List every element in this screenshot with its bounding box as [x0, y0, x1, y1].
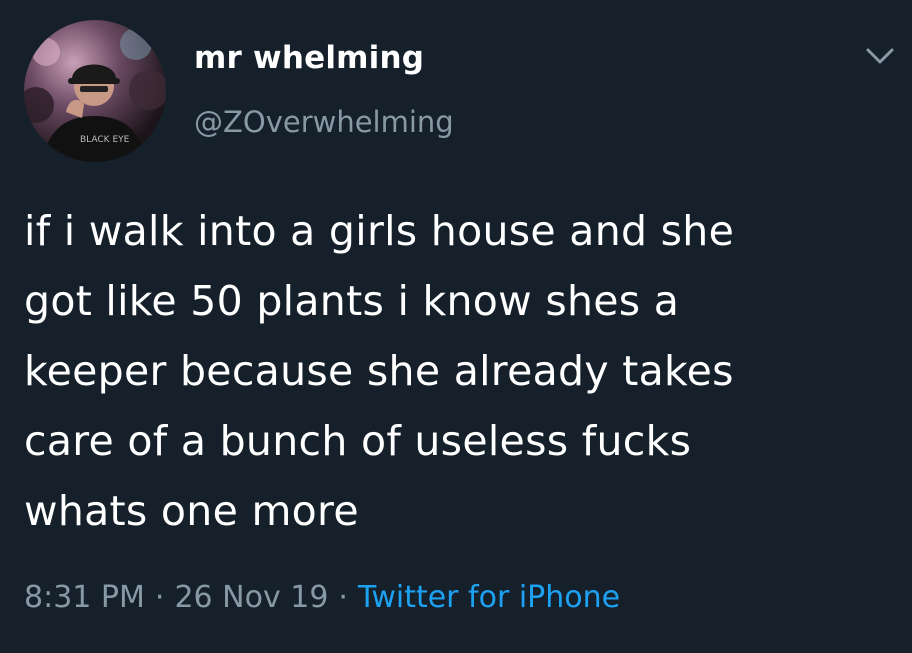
- display-name[interactable]: mr whelming: [194, 40, 424, 76]
- tweet-card: BLACK EYE mr whelming @ZOverwhelming if …: [0, 0, 912, 653]
- chevron-down-icon[interactable]: [860, 42, 900, 72]
- user-handle[interactable]: @ZOverwhelming: [194, 105, 454, 139]
- separator: ·: [338, 580, 348, 615]
- tweet-time: 8:31 PM: [24, 580, 145, 615]
- tweet-text: if i walk into a girls house and she got…: [24, 207, 735, 535]
- avatar[interactable]: BLACK EYE: [24, 20, 166, 162]
- svg-text:BLACK EYE: BLACK EYE: [80, 135, 130, 145]
- tweet-date: 26 Nov 19: [174, 580, 329, 615]
- tweet-metadata: 8:31 PM · 26 Nov 19 · Twitter for iPhone: [24, 580, 620, 615]
- separator: ·: [154, 580, 165, 615]
- tweet-source-link[interactable]: Twitter for iPhone: [358, 580, 620, 615]
